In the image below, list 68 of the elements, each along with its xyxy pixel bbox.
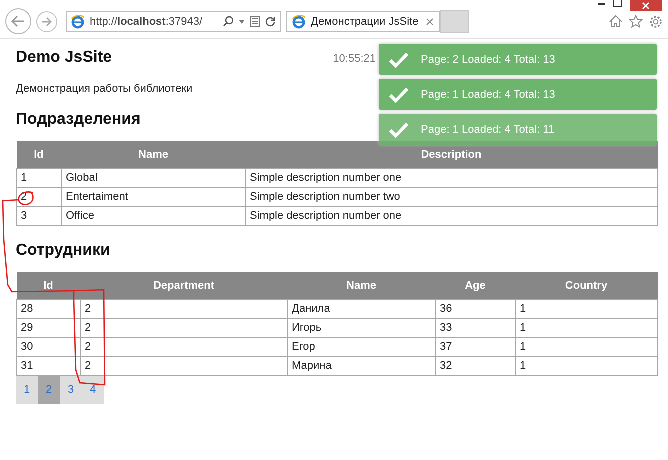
page-link[interactable]: 2 [38,376,60,404]
table-cell: 30 [16,338,80,356]
table-cell: Егор [288,338,436,356]
home-icon[interactable] [609,14,623,28]
check-icon [389,52,409,68]
refresh-icon[interactable] [265,16,276,27]
browser-tab[interactable]: Демонстрации JsSite [286,11,440,32]
table-cell: 33 [436,318,516,338]
column-header: Department [80,272,288,300]
close-button[interactable] [630,0,662,11]
settings-icon[interactable] [649,14,663,28]
page-subtitle: Демонстрация работы библиотеки [16,83,193,95]
table-cell: Global [62,168,246,188]
table-cell: Данила [288,300,436,318]
table-cell: 1 [516,300,658,318]
table-cell: 36 [436,300,516,318]
table-cell: 1 [516,356,658,376]
table-cell: Марина [288,356,436,376]
table-cell: 2 [80,300,288,318]
page-link[interactable]: 3 [60,376,82,404]
column-header: Country [516,272,658,300]
search-icon[interactable] [223,16,234,27]
table-cell: 32 [436,356,516,376]
table-cell: 2 [80,338,288,356]
compatibility-icon[interactable] [250,16,260,27]
section-heading: Сотрудники [16,242,110,260]
table-cell: Simple description number one [246,168,658,188]
table-cell: 1 [516,338,658,356]
table-cell: 37 [436,338,516,356]
star-icon[interactable] [629,14,643,28]
forward-icon[interactable] [36,10,58,32]
clock-time: 10:55:21 [333,53,376,65]
table-cell: Office [62,206,246,226]
table-cell: 29 [16,318,80,338]
page-link[interactable]: 4 [82,376,104,404]
close-icon [641,2,651,10]
table-cell: Simple description number two [246,188,658,206]
close-icon[interactable] [426,18,434,26]
back-icon[interactable] [5,8,32,35]
dropdown-icon[interactable] [239,20,245,24]
toast-message: Page: 2 Loaded: 4 Total: 13 [421,54,556,66]
check-icon [389,86,409,102]
page-link[interactable]: 1 [16,376,38,404]
table-cell: 28 [16,300,80,318]
page-title: Demo JsSite [16,49,112,67]
table-cell: 2 [80,318,288,338]
table-cell: 1 [516,318,658,338]
tab-title: Демонстрации JsSite [311,16,420,28]
column-header: Id [16,141,62,168]
table-cell: Entertaiment [62,188,246,206]
check-icon [389,122,409,138]
toast-message: Page: 1 Loaded: 4 Total: 11 [421,124,555,136]
maximize-icon[interactable] [613,0,622,7]
table-cell: 3 [16,206,62,226]
table-cell: Игорь [288,318,436,338]
toast-message: Page: 1 Loaded: 4 Total: 13 [421,88,556,100]
column-header: Name [288,272,436,300]
table-cell: 2 [80,356,288,376]
table-cell: 1 [16,168,62,188]
table-cell: Simple description number one [246,206,658,226]
section-heading: Подразделения [16,111,141,129]
circle-mark [18,191,34,206]
column-header: Age [436,272,516,300]
column-header: Id [16,272,80,300]
browser-logo-icon [292,14,306,28]
address-field[interactable]: http://localhost:37943/ [66,11,281,32]
browser-logo-icon [71,14,85,28]
column-header: Name [62,141,246,168]
